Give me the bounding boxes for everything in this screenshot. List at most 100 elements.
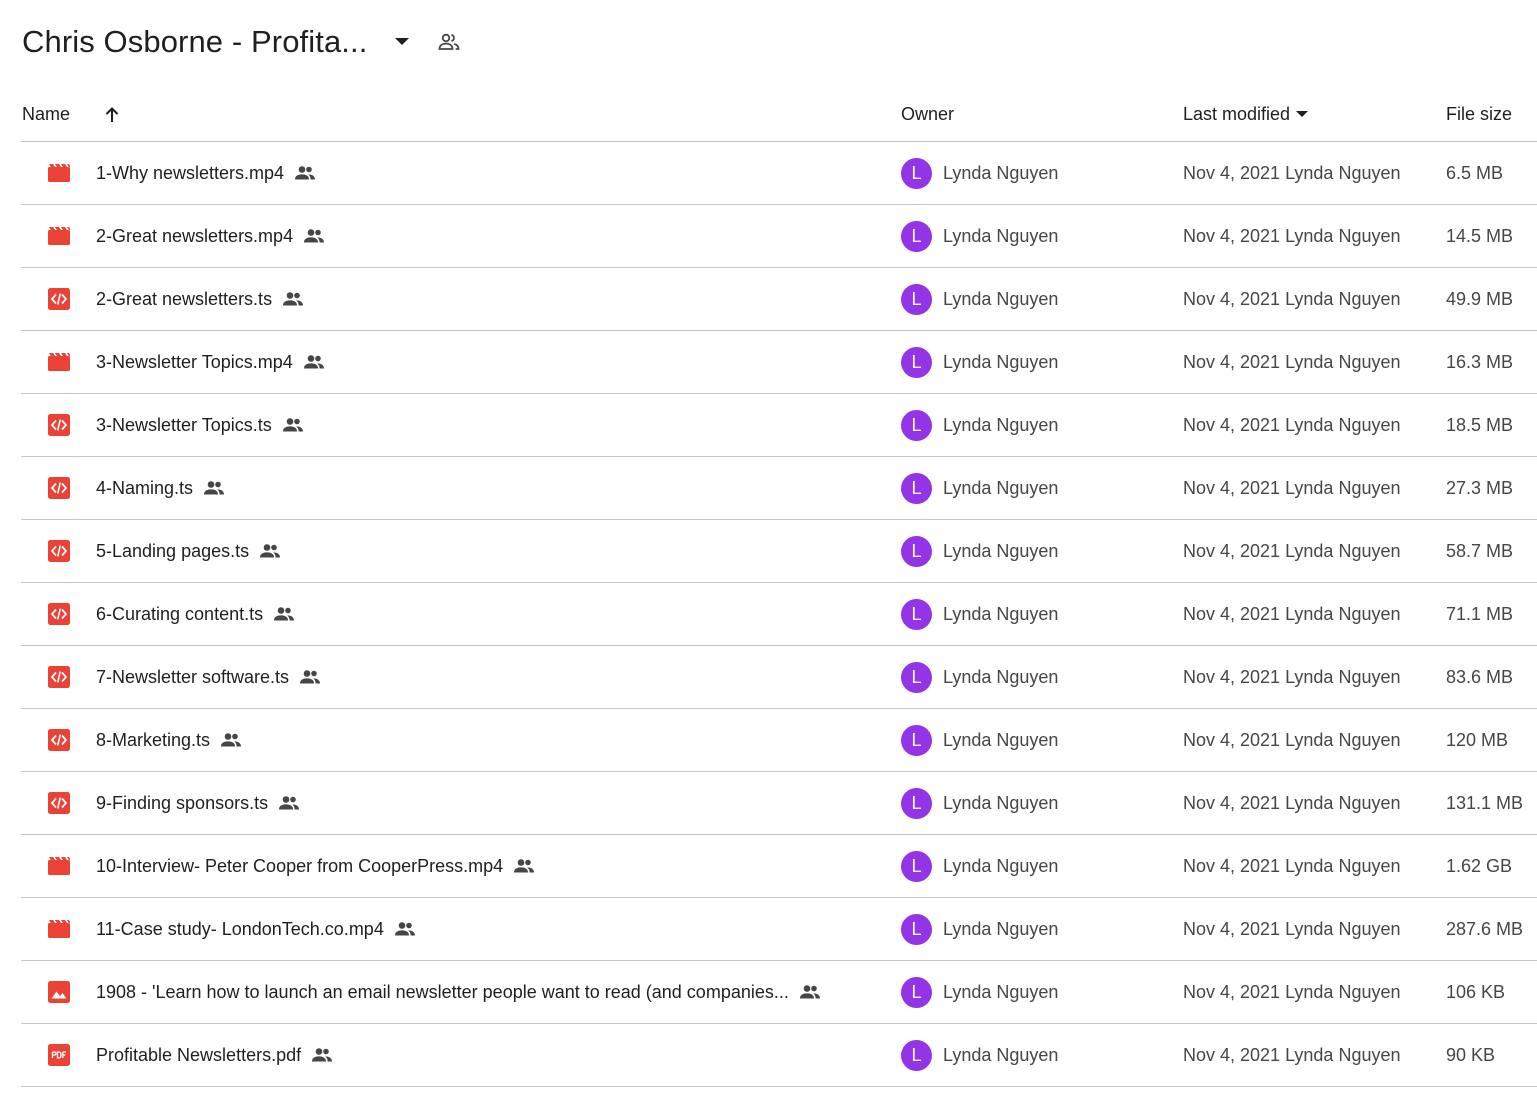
last-modified-value: Nov 4, 2021 Lynda Nguyen	[1183, 918, 1401, 939]
folder-title[interactable]: Chris Osborne - Profita...	[22, 24, 367, 60]
owner-cell: L Lynda Nguyen	[901, 835, 1058, 897]
table-row[interactable]: 11-Case study- LondonTech.co.mp4 L Lynda…	[21, 898, 1537, 961]
table-row[interactable]: 8-Marketing.ts L Lynda Nguyen Nov 4, 202…	[21, 709, 1537, 772]
table-row[interactable]: 9-Finding sponsors.ts L Lynda Nguyen Nov…	[21, 772, 1537, 835]
file-size-value: 90 KB	[1446, 1044, 1496, 1065]
owner-cell: L Lynda Nguyen	[901, 898, 1058, 960]
caret-down-icon[interactable]	[389, 29, 415, 55]
table-row[interactable]: 7-Newsletter software.ts L Lynda Nguyen …	[21, 646, 1537, 709]
file-name[interactable]: 11-Case study- LondonTech.co.mp4	[96, 919, 384, 940]
people-outline-icon[interactable]	[435, 28, 463, 56]
file-name-cell: 4-Naming.ts	[96, 457, 225, 519]
owner-name: Lynda Nguyen	[943, 981, 1059, 1002]
file-name[interactable]: 5-Landing pages.ts	[96, 541, 249, 562]
shared-people-icon	[273, 606, 295, 622]
table-row[interactable]: 1-Why newsletters.mp4 L Lynda Nguyen Nov…	[21, 142, 1537, 205]
code-file-icon	[48, 394, 70, 456]
file-size-cell: 120 MB	[1446, 709, 1508, 771]
avatar: L	[901, 346, 932, 378]
code-file-icon	[48, 268, 70, 330]
file-size-value: 106 KB	[1446, 981, 1506, 1002]
file-name-cell: 8-Marketing.ts	[96, 709, 242, 771]
table-row[interactable]: 4-Naming.ts L Lynda Nguyen Nov 4, 2021 L…	[21, 457, 1537, 520]
column-header-owner[interactable]: Owner	[901, 88, 954, 141]
table-body: 1-Why newsletters.mp4 L Lynda Nguyen Nov…	[21, 142, 1537, 1087]
last-modified-value: Nov 4, 2021 Lynda Nguyen	[1183, 981, 1401, 1002]
file-name-cell: 1908 - 'Learn how to launch an email new…	[96, 961, 821, 1023]
file-size-cell: 131.1 MB	[1446, 772, 1523, 834]
file-name[interactable]: 7-Newsletter software.ts	[96, 667, 289, 688]
last-modified-value: Nov 4, 2021 Lynda Nguyen	[1183, 603, 1401, 624]
code-file-icon	[48, 520, 70, 582]
file-name[interactable]: 8-Marketing.ts	[96, 730, 210, 751]
owner-name: Lynda Nguyen	[943, 855, 1059, 876]
table-row[interactable]: 1908 - 'Learn how to launch an email new…	[21, 961, 1537, 1024]
shared-people-icon	[282, 417, 304, 433]
last-modified-value: Nov 4, 2021 Lynda Nguyen	[1183, 477, 1401, 498]
last-modified-value: Nov 4, 2021 Lynda Nguyen	[1183, 855, 1401, 876]
shared-people-icon	[294, 165, 316, 181]
column-header-name[interactable]: Name	[22, 88, 70, 141]
file-name-cell: 2-Great newsletters.mp4	[96, 205, 325, 267]
file-name[interactable]: 1908 - 'Learn how to launch an email new…	[96, 982, 789, 1003]
file-name[interactable]: 2-Great newsletters.ts	[96, 289, 272, 310]
file-size-value: 287.6 MB	[1446, 918, 1524, 939]
file-size-cell: 16.3 MB	[1446, 331, 1513, 393]
owner-name: Lynda Nguyen	[943, 225, 1059, 246]
owner-cell: L Lynda Nguyen	[901, 394, 1058, 456]
shared-people-icon	[303, 354, 325, 370]
file-size-cell: 106 KB	[1446, 961, 1505, 1023]
table-row[interactable]: 6-Curating content.ts L Lynda Nguyen Nov…	[21, 583, 1537, 646]
file-size-value: 27.3 MB	[1446, 477, 1514, 498]
table-row[interactable]: Profitable Newsletters.pdf L Lynda Nguye…	[21, 1024, 1537, 1087]
last-modified-value: Nov 4, 2021 Lynda Nguyen	[1183, 666, 1401, 687]
owner-cell: L Lynda Nguyen	[901, 646, 1058, 708]
file-name-cell: 1-Why newsletters.mp4	[96, 142, 316, 204]
file-name[interactable]: Profitable Newsletters.pdf	[96, 1045, 301, 1066]
owner-name: Lynda Nguyen	[943, 162, 1059, 183]
owner-name: Lynda Nguyen	[943, 414, 1059, 435]
file-name[interactable]: 6-Curating content.ts	[96, 604, 263, 625]
file-name[interactable]: 3-Newsletter Topics.ts	[96, 415, 272, 436]
table-row[interactable]: 2-Great newsletters.ts L Lynda Nguyen No…	[21, 268, 1537, 331]
last-modified-cell: Nov 4, 2021 Lynda Nguyen	[1183, 1024, 1401, 1086]
file-name-cell: 11-Case study- LondonTech.co.mp4	[96, 898, 416, 960]
file-size-value: 131.1 MB	[1446, 792, 1524, 813]
shared-people-icon	[513, 858, 535, 874]
video-file-icon	[48, 898, 70, 960]
avatar: L	[901, 787, 932, 819]
table-row[interactable]: 5-Landing pages.ts L Lynda Nguyen Nov 4,…	[21, 520, 1537, 583]
owner-name: Lynda Nguyen	[943, 351, 1059, 372]
file-size-cell: 90 KB	[1446, 1024, 1495, 1086]
owner-cell: L Lynda Nguyen	[901, 583, 1058, 645]
table-row[interactable]: 3-Newsletter Topics.ts L Lynda Nguyen No…	[21, 394, 1537, 457]
avatar: L	[901, 220, 932, 252]
file-name[interactable]: 2-Great newsletters.mp4	[96, 226, 293, 247]
table-row[interactable]: 10-Interview- Peter Cooper from CooperPr…	[21, 835, 1537, 898]
last-modified-value: Nov 4, 2021 Lynda Nguyen	[1183, 729, 1401, 750]
last-modified-cell: Nov 4, 2021 Lynda Nguyen	[1183, 268, 1401, 330]
file-list: Name Owner Last modified File size 1-Why…	[21, 88, 1537, 1087]
file-size-value: 71.1 MB	[1446, 603, 1514, 624]
file-name-cell: 3-Newsletter Topics.ts	[96, 394, 304, 456]
file-name[interactable]: 9-Finding sponsors.ts	[96, 793, 268, 814]
avatar: L	[901, 409, 932, 441]
table-row[interactable]: 3-Newsletter Topics.mp4 L Lynda Nguyen N…	[21, 331, 1537, 394]
column-header-file-size[interactable]: File size	[1446, 88, 1512, 141]
owner-cell: L Lynda Nguyen	[901, 205, 1058, 267]
file-size-cell: 1.62 GB	[1446, 835, 1512, 897]
arrow-up-icon[interactable]	[101, 88, 123, 141]
last-modified-value: Nov 4, 2021 Lynda Nguyen	[1183, 540, 1401, 561]
shared-people-icon	[394, 921, 416, 937]
file-name[interactable]: 10-Interview- Peter Cooper from CooperPr…	[96, 856, 503, 877]
file-name[interactable]: 1-Why newsletters.mp4	[96, 163, 284, 184]
owner-cell: L Lynda Nguyen	[901, 457, 1058, 519]
column-header-last-modified[interactable]: Last modified	[1183, 88, 1309, 141]
last-modified-value: Nov 4, 2021 Lynda Nguyen	[1183, 1044, 1401, 1065]
file-name[interactable]: 4-Naming.ts	[96, 478, 193, 499]
file-size-cell: 71.1 MB	[1446, 583, 1513, 645]
table-row[interactable]: 2-Great newsletters.mp4 L Lynda Nguyen N…	[21, 205, 1537, 268]
file-name-cell: 2-Great newsletters.ts	[96, 268, 304, 330]
file-name-cell: Profitable Newsletters.pdf	[96, 1024, 333, 1086]
file-name[interactable]: 3-Newsletter Topics.mp4	[96, 352, 293, 373]
